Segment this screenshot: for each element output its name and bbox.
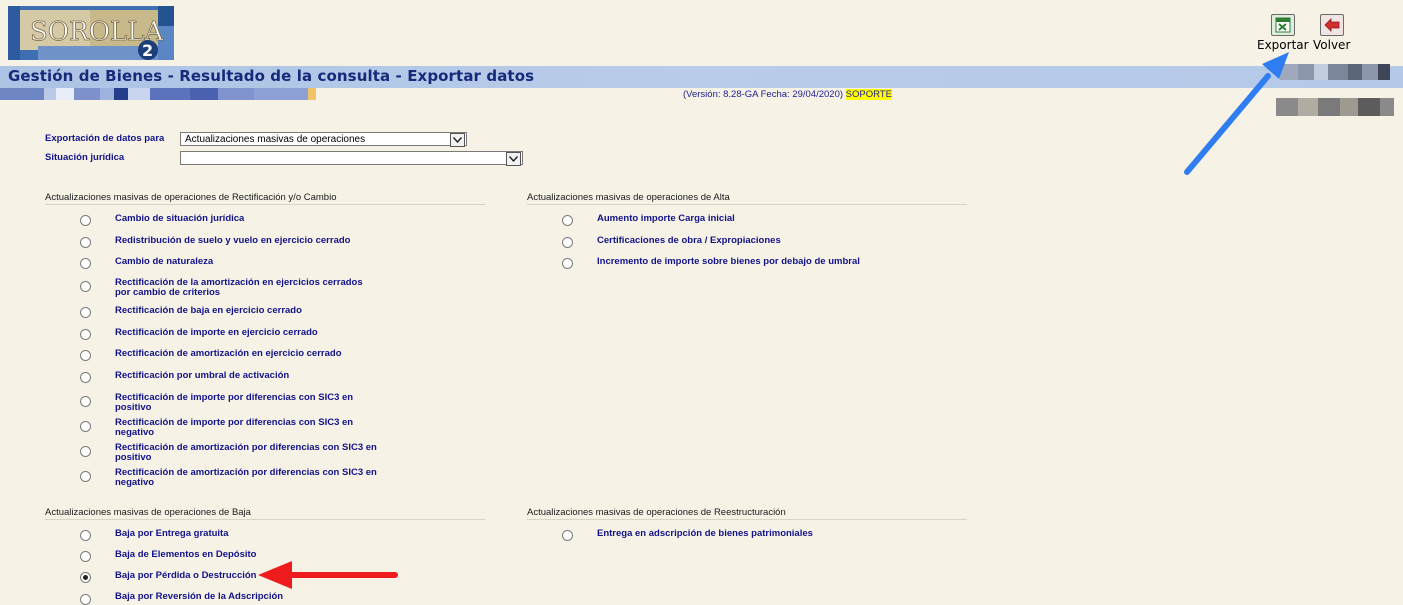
option-label[interactable]: Redistribución de suelo y vuelo en ejerc… xyxy=(115,236,380,246)
export-for-value: Actualizaciones masivas de operaciones xyxy=(185,134,366,145)
option-label[interactable]: Aumento importe Carga inicial xyxy=(597,214,862,224)
situation-select[interactable] xyxy=(180,151,523,166)
radio-baja-0[interactable] xyxy=(80,530,91,541)
option-label[interactable]: Cambio de naturaleza xyxy=(115,257,380,267)
option-label[interactable]: Rectificación de baja en ejercicio cerra… xyxy=(115,306,380,316)
support-badge: SOPORTE xyxy=(845,89,892,100)
version-info: (Versión: 8.28-GA Fecha: 29/04/2020) SOP… xyxy=(683,89,892,100)
option-label[interactable]: Rectificación por umbral de activación xyxy=(115,371,380,381)
option-label[interactable]: Rectificación de amortización en ejercic… xyxy=(115,349,380,359)
section-divider xyxy=(527,519,967,520)
situation-label: Situación jurídica xyxy=(45,152,125,163)
back-arrow-icon xyxy=(1319,14,1344,36)
option-label[interactable]: Baja de Elementos en Depósito xyxy=(115,550,380,560)
radio-baja-1[interactable] xyxy=(80,551,91,562)
page-title: Gestión de Bienes - Resultado de la cons… xyxy=(8,67,535,85)
radio-alta-2[interactable] xyxy=(562,258,573,269)
option-label[interactable]: Baja por Pérdida o Destrucción xyxy=(115,571,380,581)
radio-rect-11[interactable] xyxy=(80,471,91,482)
radio-rect-3[interactable] xyxy=(80,281,91,292)
radio-baja-2-selected[interactable] xyxy=(80,572,91,583)
radio-rect-2[interactable] xyxy=(80,258,91,269)
export-button[interactable]: Exportar xyxy=(1257,14,1309,52)
section-title-reestructuracion: Actualizaciones masivas de operaciones d… xyxy=(527,507,786,518)
option-label[interactable]: Rectificación de importe por diferencias… xyxy=(115,418,380,438)
chevron-down-icon[interactable] xyxy=(506,152,521,166)
option-label[interactable]: Certificaciones de obra / Expropiaciones xyxy=(597,236,862,246)
decorative-pixels-bottom xyxy=(1276,98,1394,116)
radio-alta-1[interactable] xyxy=(562,237,573,248)
export-for-label: Exportación de datos para xyxy=(45,133,165,144)
radio-baja-3[interactable] xyxy=(80,594,91,605)
excel-export-icon xyxy=(1270,14,1295,36)
option-label[interactable]: Rectificación de amortización por difere… xyxy=(115,468,380,488)
option-label[interactable]: Rectificación de la amortización en ejer… xyxy=(115,278,380,298)
version-text: (Versión: 8.28-GA Fecha: 29/04/2020) xyxy=(683,89,844,100)
radio-alta-0[interactable] xyxy=(562,215,573,226)
section-divider xyxy=(45,519,485,520)
option-label[interactable]: Rectificación de amortización por difere… xyxy=(115,443,380,463)
radio-rect-9[interactable] xyxy=(80,421,91,432)
radio-rect-5[interactable] xyxy=(80,329,91,340)
radio-rect-1[interactable] xyxy=(80,237,91,248)
back-button[interactable]: Volver xyxy=(1313,14,1350,52)
svg-text:2: 2 xyxy=(142,41,153,60)
export-label: Exportar xyxy=(1257,38,1309,52)
section-title-baja: Actualizaciones masivas de operaciones d… xyxy=(45,507,251,518)
option-label[interactable]: Cambio de situación jurídica xyxy=(115,214,380,224)
radio-rect-0[interactable] xyxy=(80,215,91,226)
radio-reest-0[interactable] xyxy=(562,530,573,541)
option-label[interactable]: Entrega en adscripción de bienes patrimo… xyxy=(597,529,917,539)
section-title-alta: Actualizaciones masivas de operaciones d… xyxy=(527,192,730,203)
radio-rect-7[interactable] xyxy=(80,372,91,383)
export-for-select[interactable]: Actualizaciones masivas de operaciones xyxy=(180,132,467,147)
radio-rect-4[interactable] xyxy=(80,307,91,318)
section-divider xyxy=(45,204,485,205)
option-label[interactable]: Rectificación de importe por diferencias… xyxy=(115,393,380,413)
option-label[interactable]: Rectificación de importe en ejercicio ce… xyxy=(115,328,380,338)
back-label: Volver xyxy=(1313,38,1351,52)
radio-rect-6[interactable] xyxy=(80,350,91,361)
option-label[interactable]: Baja por Reversión de la Adscripción xyxy=(115,592,380,602)
chevron-down-icon[interactable] xyxy=(450,133,465,147)
section-divider xyxy=(527,204,967,205)
radio-rect-10[interactable] xyxy=(80,446,91,457)
section-title-rectificacion: Actualizaciones masivas de operaciones d… xyxy=(45,192,337,203)
option-label[interactable]: Incremento de importe sobre bienes por d… xyxy=(597,257,917,267)
decorative-strip xyxy=(0,88,320,100)
decorative-pixels-top xyxy=(1280,64,1390,80)
sorolla-logo: SOROLLA 2 xyxy=(8,6,174,60)
option-label[interactable]: Baja por Entrega gratuita xyxy=(115,529,380,539)
radio-rect-8[interactable] xyxy=(80,396,91,407)
